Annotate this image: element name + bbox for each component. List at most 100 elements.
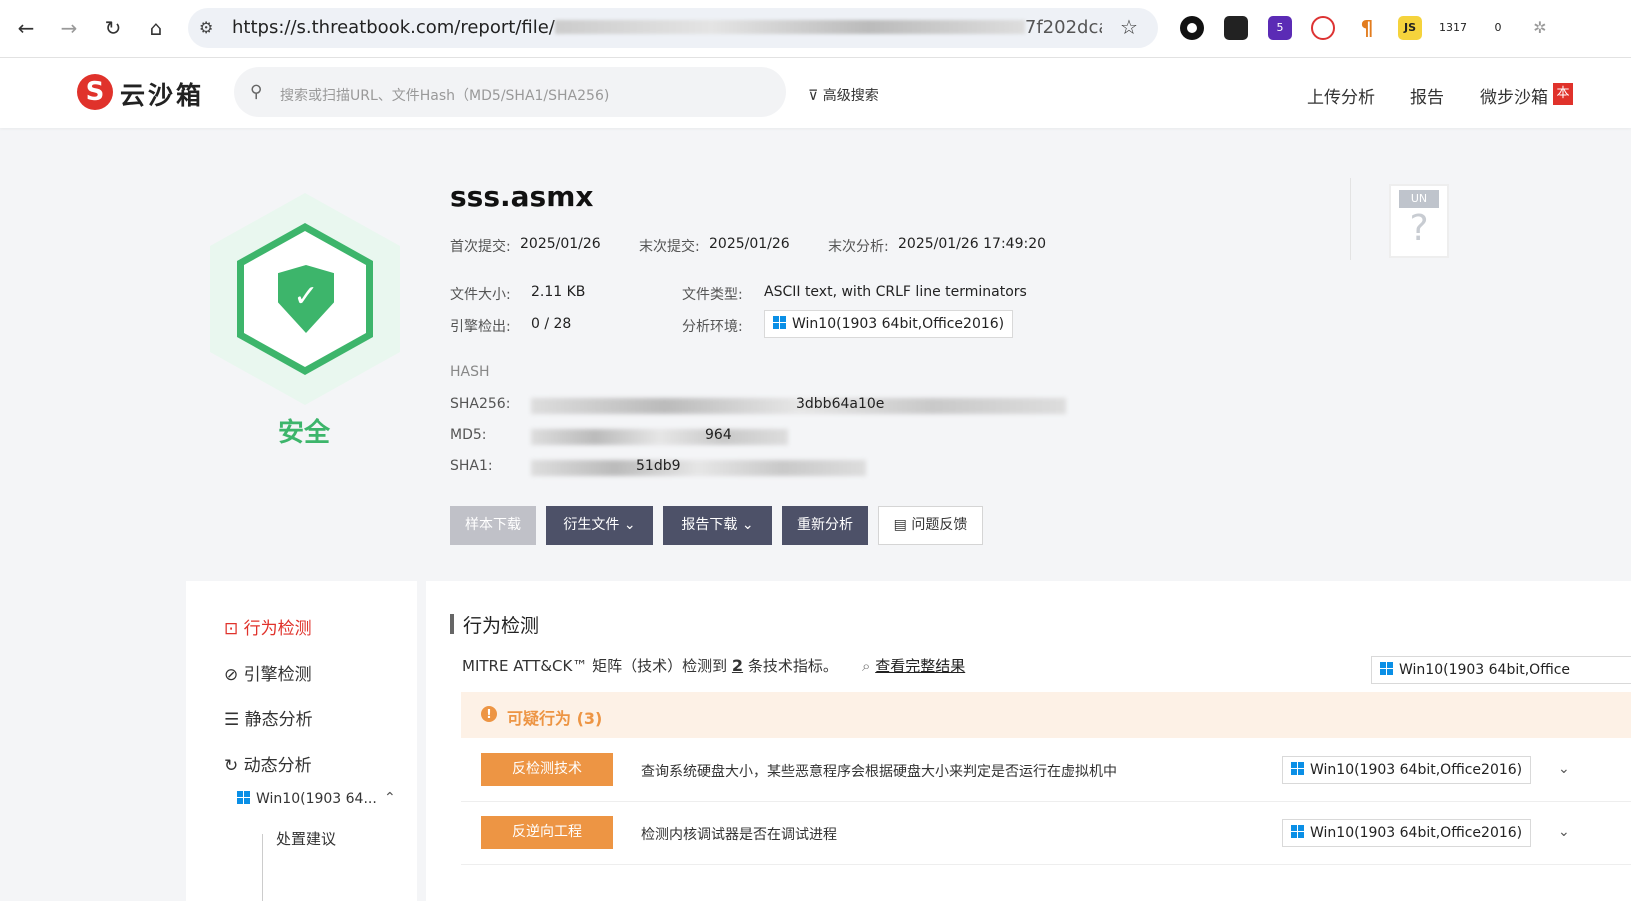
- env-select[interactable]: Win10(1903 64bit,Office: [1371, 656, 1631, 684]
- file-type-label: 文件类型:: [682, 287, 743, 303]
- env-select-label: Win10(1903 64bit,Office: [1399, 662, 1571, 678]
- behavior-title: 行为检测: [463, 615, 540, 637]
- file-name: sss.asmx: [450, 180, 594, 213]
- extension-hat-icon[interactable]: 5: [1268, 16, 1292, 40]
- chevron-up-icon[interactable]: ⌃: [384, 790, 396, 806]
- summary-suffix: 条技术指标。: [747, 657, 838, 675]
- extension-pilcrow-icon[interactable]: ¶: [1355, 16, 1379, 40]
- extension-scale-badge: 0: [1494, 21, 1502, 34]
- nav-behavior[interactable]: ⊡ 行为检测: [224, 614, 312, 639]
- feedback-button[interactable]: ▤ 问题反馈: [878, 506, 983, 545]
- bookmark-star-icon[interactable]: ☆: [1120, 15, 1138, 39]
- extension-puzzle-icon[interactable]: ✲: [1528, 16, 1552, 40]
- sha1-redacted: [531, 460, 866, 476]
- nav-env-label: Win10(1903 64...: [256, 791, 377, 807]
- windows-icon: [773, 316, 786, 329]
- reload-icon[interactable]: ↻: [99, 14, 127, 42]
- nav-static[interactable]: ☰ 静态分析: [224, 705, 313, 730]
- md5-redacted: [531, 429, 788, 445]
- verdict-label: 安全: [278, 418, 331, 448]
- section-marker: [450, 614, 454, 634]
- download-sample-button[interactable]: 样本下载: [450, 506, 536, 545]
- expand-icon[interactable]: ⌄: [1558, 761, 1570, 777]
- back-icon[interactable]: ←: [12, 14, 40, 42]
- engine-value: 0 / 28: [531, 316, 572, 332]
- un-label: UN: [1399, 190, 1439, 208]
- nav-dynamic[interactable]: ↻ 动态分析: [224, 751, 312, 776]
- sha1-label: SHA1:: [450, 458, 493, 474]
- windows-icon: [1291, 825, 1304, 838]
- site-info-icon[interactable]: ⚙: [199, 18, 213, 37]
- forward-icon[interactable]: →: [55, 14, 83, 42]
- sha256-fragment[interactable]: 3dbb64a10e: [796, 396, 884, 412]
- behavior-panel: [426, 581, 1631, 901]
- advanced-search-link[interactable]: ⊽ 高级搜索: [808, 85, 879, 105]
- chevron-down-icon: ⌄: [741, 517, 754, 533]
- summary-count: 2: [731, 656, 744, 675]
- row-env-label: Win10(1903 64bit,Office2016): [1310, 762, 1523, 778]
- tag-anti-reverse[interactable]: 反逆向工程: [481, 816, 613, 849]
- windows-icon: [1380, 662, 1393, 675]
- row-desc: 检测内核调试器是否在调试进程: [641, 827, 837, 843]
- nav-sub-item[interactable]: 处置建议: [276, 828, 336, 849]
- row-env-tag: Win10(1903 64bit,Office2016): [1282, 756, 1532, 784]
- extension-pokeball-icon[interactable]: [1311, 16, 1335, 40]
- file-size-value: 2.11 KB: [531, 284, 586, 300]
- document-icon: ▤: [893, 517, 907, 533]
- nav-behavior-label: 行为检测: [243, 619, 312, 639]
- file-type-value: ASCII text, with CRLF line terminators: [764, 284, 1027, 300]
- chevron-down-icon: ⌄: [623, 517, 636, 533]
- first-submit-value: 2025/01/26: [520, 236, 601, 252]
- hash-heading: HASH: [450, 364, 490, 380]
- row-divider: [461, 864, 1631, 865]
- env-label: 分析环境:: [682, 319, 743, 335]
- logo-text[interactable]: 云沙箱: [120, 76, 204, 112]
- view-full-link[interactable]: ⌕ 查看完整结果: [862, 655, 965, 676]
- env-tag-label: Win10(1903 64bit,Office2016): [792, 316, 1005, 332]
- report-download-button[interactable]: 报告下载 ⌄: [663, 506, 772, 545]
- suspicious-title: 可疑行为 (3): [507, 709, 603, 728]
- logo-icon[interactable]: S: [77, 74, 113, 110]
- view-full-label: 查看完整结果: [875, 657, 966, 675]
- row-divider: [461, 801, 1631, 802]
- search-doc-icon: ⌕: [862, 657, 871, 675]
- extension-mask-icon[interactable]: [1224, 16, 1248, 40]
- menu-report[interactable]: 报告: [1410, 83, 1444, 108]
- derived-files-label: 衍生文件: [563, 517, 620, 533]
- row-env-label: Win10(1903 64bit,Office2016): [1310, 825, 1523, 841]
- extension-js-icon[interactable]: JS: [1398, 16, 1422, 40]
- derived-files-button[interactable]: 衍生文件 ⌄: [546, 506, 653, 545]
- reanalyze-button[interactable]: 重新分析: [782, 506, 868, 545]
- menu-microstep-sandbox[interactable]: 微步沙箱: [1480, 83, 1548, 108]
- tag-anti-detection[interactable]: 反检测技术: [481, 753, 613, 786]
- extension-counter: 1317: [1439, 21, 1467, 34]
- home-icon[interactable]: ⌂: [142, 14, 170, 42]
- search-placeholder: 搜索或扫描URL、文件Hash（MD5/SHA1/SHA256): [280, 88, 610, 104]
- last-submit-value: 2025/01/26: [709, 236, 790, 252]
- divider: [1350, 178, 1351, 260]
- filter-icon: ⊽: [808, 88, 819, 104]
- suspicious-header[interactable]: [461, 692, 1631, 738]
- md5-fragment[interactable]: 964: [705, 427, 732, 443]
- windows-icon: [1291, 762, 1304, 775]
- md5-label: MD5:: [450, 427, 487, 443]
- expand-icon[interactable]: ⌄: [1558, 824, 1570, 840]
- advanced-search-label: 高级搜索: [822, 88, 879, 104]
- file-size-label: 文件大小:: [450, 287, 511, 303]
- menu-badge: 本: [1553, 83, 1573, 105]
- nav-env-item[interactable]: Win10(1903 64...: [237, 791, 377, 807]
- cycle-icon: ↻: [224, 756, 239, 776]
- nav-engine[interactable]: ⊘ 引擎检测: [224, 660, 312, 685]
- extension-scale-icon[interactable]: 0: [1486, 16, 1510, 40]
- menu-upload[interactable]: 上传分析: [1307, 83, 1375, 108]
- last-analysis-label: 末次分析:: [828, 239, 889, 255]
- url-text[interactable]: https://s.threatbook.com/report/file/7f2…: [232, 17, 1102, 38]
- extension-circle-icon[interactable]: [1180, 16, 1204, 40]
- nav-dynamic-label: 动态分析: [243, 756, 312, 776]
- extension-counter-icon[interactable]: 1317: [1436, 16, 1470, 40]
- warning-icon: !: [481, 706, 497, 722]
- behavior-summary: MITRE ATT&CK™ 矩阵（技术）检测到 2 条技术指标。: [462, 655, 838, 676]
- nav-engine-label: 引擎检测: [243, 665, 312, 685]
- sha1-fragment[interactable]: 51db9: [636, 458, 681, 474]
- report-download-label: 报告下载: [681, 517, 738, 533]
